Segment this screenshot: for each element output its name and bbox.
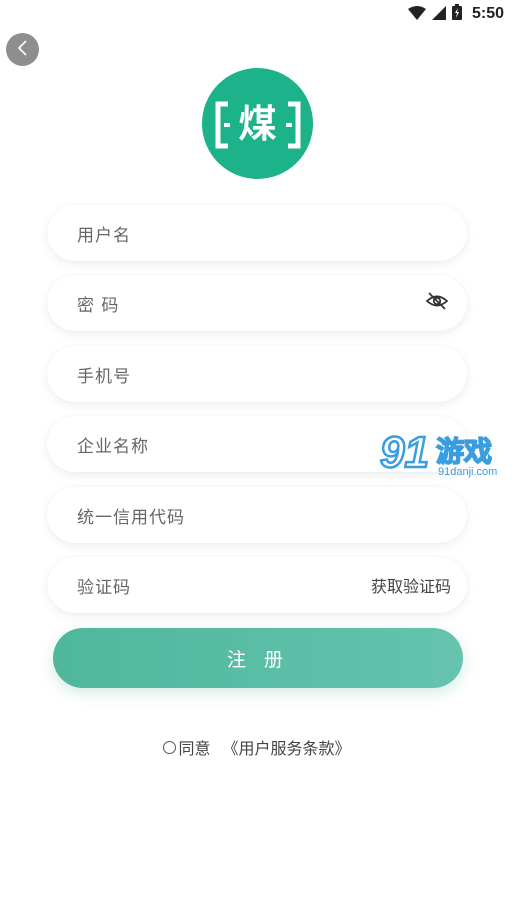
watermark-logo: 91 游戏 91danji.com xyxy=(379,427,514,482)
verification-code-field[interactable]: 验证码 获取验证码 xyxy=(47,557,467,613)
signal-icon xyxy=(431,5,446,24)
get-code-button[interactable]: 获取验证码 xyxy=(371,573,451,597)
eye-off-icon[interactable] xyxy=(425,289,449,317)
watermark-brand: 游戏 xyxy=(435,434,493,469)
agree-radio[interactable] xyxy=(163,740,177,754)
password-field[interactable]: 密 码 xyxy=(47,275,467,331)
register-button[interactable]: 注 册 xyxy=(53,628,463,688)
status-time: 5:50 xyxy=(471,5,504,22)
back-button[interactable] xyxy=(6,33,39,66)
terms-link[interactable]: 《用户服务条款》 xyxy=(223,735,351,759)
username-field[interactable]: 用户名 xyxy=(47,205,467,261)
credit-code-field[interactable]: 统一信用代码 xyxy=(47,487,467,543)
watermark-number: 91 xyxy=(379,427,430,479)
agree-prefix: 同意 xyxy=(178,739,211,758)
app-logo: 煤 xyxy=(202,68,313,179)
password-placeholder: 密 码 xyxy=(77,295,120,316)
status-icons: 5:50 xyxy=(407,4,504,24)
watermark-url: 91danji.com xyxy=(438,466,498,478)
credit-code-placeholder: 统一信用代码 xyxy=(77,507,185,528)
username-placeholder: 用户名 xyxy=(77,225,131,246)
wifi-icon xyxy=(407,5,426,24)
agreement-row: 同意 《用户服务条款》 xyxy=(0,735,514,759)
logo-bracket-icon xyxy=(215,101,300,148)
phone-field[interactable]: 手机号 xyxy=(47,346,467,402)
status-bar: 5:50 xyxy=(0,0,514,28)
phone-placeholder: 手机号 xyxy=(77,366,131,387)
logo-mark: 煤 xyxy=(214,100,302,148)
register-button-label: 注 册 xyxy=(226,648,290,671)
verification-code-placeholder: 验证码 xyxy=(77,577,131,598)
chevron-left-icon xyxy=(16,39,30,60)
battery-icon xyxy=(451,4,462,24)
